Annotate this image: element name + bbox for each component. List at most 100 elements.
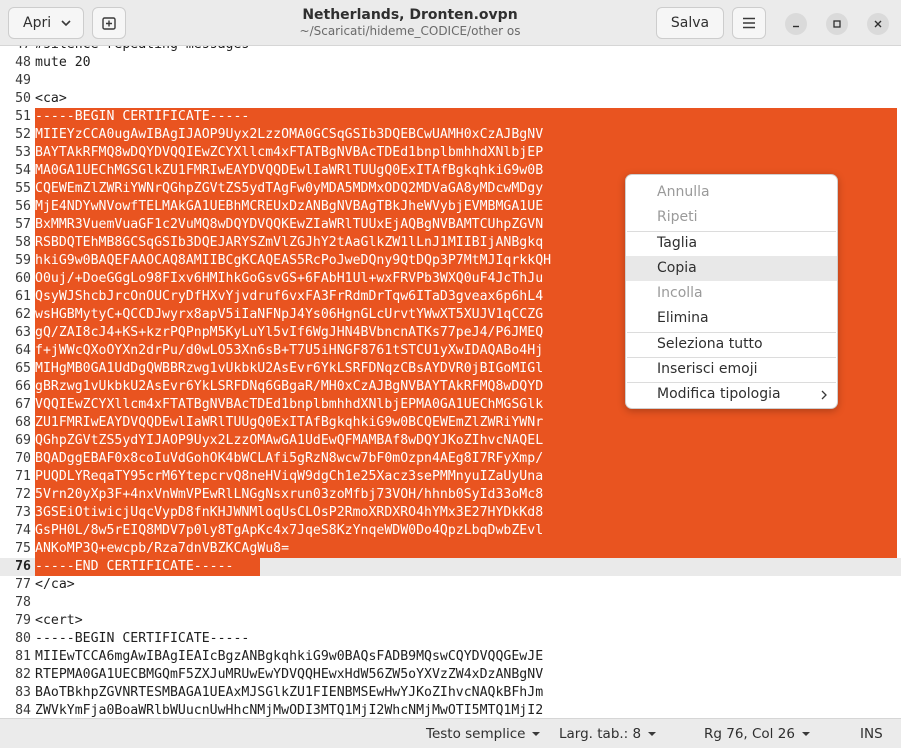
- menu-item-insert-emoji[interactable]: Inserisci emoji: [626, 357, 837, 382]
- editor-line[interactable]: 74 GsPH0L/8w5rEIQ8MDV7p0ly8TgApKc4x7JqeS8…: [0, 522, 901, 540]
- maximize-button[interactable]: [826, 13, 848, 35]
- line-number: 69: [15, 433, 31, 448]
- line-number: 53: [15, 145, 31, 160]
- line-number: 77: [15, 577, 31, 592]
- line-text: <ca>: [35, 91, 67, 106]
- editor-line[interactable]: 83 BAoTBkhpZGVNRTESMBAGA1UEAxMJSGlkZU1FIE…: [0, 684, 901, 702]
- line-text: BAYTAkRFMQ8wDQYDVQQIEwZCYXllcm4xFTATBgNV…: [35, 145, 544, 160]
- syntax-label: Testo semplice: [426, 726, 526, 742]
- line-number: 71: [15, 469, 31, 484]
- line-number: 50: [15, 91, 31, 106]
- line-number: 52: [15, 127, 31, 142]
- save-button[interactable]: Salva: [656, 7, 724, 39]
- editor-line[interactable]: 68 ZU1FMRIwEAYDVQQDEwlIaWRlTUUgQ0ExITAfBg…: [0, 414, 901, 432]
- editor-line[interactable]: 47 #silence repeating messages: [0, 46, 901, 54]
- line-text: f+jWWcQXoOYXn2drPu/d0wLO53Xn6sB+T7U5iHNG…: [35, 343, 544, 358]
- editor-line[interactable]: 80 -----BEGIN CERTIFICATE-----: [0, 630, 901, 648]
- editor-line[interactable]: 82 RTEPMA0GA1UECBMGQmF5ZXJuMRUwEwYDVQQHEw…: [0, 666, 901, 684]
- line-text: GsPH0L/8w5rEIQ8MDV7p0ly8TgApKc4x7JqeS8Kz…: [35, 523, 544, 538]
- editor-line[interactable]: 70 BQADggEBAF0x8coIuVdGohOK4bWCLAfi5gRzN8…: [0, 450, 901, 468]
- line-number: 48: [15, 55, 31, 70]
- menu-item-redo[interactable]: Ripeti: [626, 205, 837, 230]
- editor-line[interactable]: 77 </ca>: [0, 576, 901, 594]
- editor-line[interactable]: 79 <cert>: [0, 612, 901, 630]
- window-title-area: Netherlands, Dronten.ovpn ~/Scaricati/hi…: [200, 7, 620, 39]
- line-text: O0uj/+DoeGGgLo98FIxv6HMIhkGoGsvGS+6FAbH1…: [35, 271, 544, 286]
- dropdown-arrow-icon: [648, 732, 657, 736]
- new-document-icon: [102, 17, 116, 30]
- line-text: -----BEGIN CERTIFICATE-----: [35, 109, 250, 124]
- line-text: </ca>: [35, 577, 75, 592]
- maximize-icon: [833, 20, 841, 28]
- menu-item-cut[interactable]: Taglia: [626, 231, 837, 256]
- menu-item-undo[interactable]: Annulla: [626, 180, 837, 205]
- insert-mode-indicator[interactable]: INS: [860, 726, 883, 742]
- context-menu: Annulla Ripeti Taglia Copia Incolla Elim…: [625, 174, 838, 409]
- line-number: 49: [15, 73, 31, 88]
- line-text: BxMMR3VuemVuaGF1c2VuMQ8wDQYDVQQKEwZIaWRl…: [35, 217, 544, 232]
- editor-line[interactable]: 76 -----END CERTIFICATE-----: [0, 558, 901, 576]
- line-number: 73: [15, 505, 31, 520]
- open-button-label: Apri: [23, 15, 52, 31]
- line-number: 68: [15, 415, 31, 430]
- line-text: BAoTBkhpZGVNRTESMBAGA1UEAxMJSGlkZU1FIENB…: [35, 685, 544, 700]
- new-tab-button[interactable]: [92, 7, 126, 39]
- editor-line[interactable]: 52 MIIEYzCCA0ugAwIBAgIJAOP9Uyx2LzzOMA0GCS…: [0, 126, 901, 144]
- line-text: -----BEGIN CERTIFICATE-----: [35, 631, 250, 646]
- editor-line[interactable]: 71 PUQDLYReqaTY95crM6YtepcrvQ8neHViqW9dgC…: [0, 468, 901, 486]
- menu-item-delete[interactable]: Elimina: [626, 306, 837, 331]
- header-bar: Apri Netherlands, Dronten.ovpn ~/Scarica…: [0, 0, 901, 46]
- editor-line[interactable]: 48 mute 20: [0, 54, 901, 72]
- line-number: 60: [15, 271, 31, 286]
- line-text: ZU1FMRIwEAYDVQQDEwlIaWRlTUUgQ0ExITAfBgkq…: [35, 415, 544, 430]
- editor-line[interactable]: 50 <ca>: [0, 90, 901, 108]
- line-number: 62: [15, 307, 31, 322]
- line-number: 66: [15, 379, 31, 394]
- editor-line[interactable]: 69 QGhpZGVtZS5ydYIJAOP9Uyx2LzzOMAwGA1UdEw…: [0, 432, 901, 450]
- line-text: gBRzwg1vUkbkU2AsEvr6YkLSRFDNq6GBgaR/MH0x…: [35, 379, 544, 394]
- menu-item-select-all[interactable]: Seleziona tutto: [626, 332, 837, 357]
- tab-width-selector[interactable]: Larg. tab.: 8: [559, 726, 657, 742]
- line-text: CQEWEmZlZWRiYWNrQGhpZGVtZS5ydTAgFw0yMDA5…: [35, 181, 544, 196]
- editor-line[interactable]: 81 MIIEwTCCA6mgAwIBAgIEAIcBgzANBgkqhkiG9w…: [0, 648, 901, 666]
- line-text: VQQIEwZCYXllcm4xFTATBgNVBAcTDEd1bnplbmhh…: [35, 397, 544, 412]
- editor-line[interactable]: 49: [0, 72, 901, 90]
- line-text: 5Vrn20yXp3F+4nxVnWmVPEwRlLNGgNsxrun03zoM…: [35, 487, 544, 502]
- menu-item-copy[interactable]: Copia: [626, 256, 837, 281]
- line-text: gQ/ZAI8cJ4+KS+kzrPQPnpM5KyLuYl5vIf6WgJHN…: [35, 325, 544, 340]
- open-button[interactable]: Apri: [8, 7, 84, 39]
- line-text: QGhpZGVtZS5ydYIJAOP9Uyx2LzzOMAwGA1UdEwQF…: [35, 433, 544, 448]
- line-number: 57: [15, 217, 31, 232]
- line-number: 59: [15, 253, 31, 268]
- line-number: 47: [11, 46, 31, 54]
- editor-line[interactable]: 78: [0, 594, 901, 612]
- main-menu-button[interactable]: [732, 7, 766, 39]
- line-number: 65: [15, 361, 31, 376]
- line-number: 81: [15, 649, 31, 664]
- line-text: 3GSEiOtiwicjUqcVypD8fnKHJWNMloqUsCLOsP2R…: [35, 505, 544, 520]
- close-button[interactable]: [867, 13, 889, 35]
- menu-item-paste[interactable]: Incolla: [626, 281, 837, 306]
- minimize-button[interactable]: [785, 13, 807, 35]
- line-number: 74: [15, 523, 31, 538]
- line-number: 64: [15, 343, 31, 358]
- syntax-selector[interactable]: Testo semplice: [426, 726, 541, 742]
- line-text: ZWVkYmFja0BoaWRlbWUucnUwHhcNMjMwODI3MTQ1…: [35, 703, 544, 718]
- line-number: 72: [15, 487, 31, 502]
- cursor-position-selector[interactable]: Rg 76, Col 26: [704, 726, 811, 742]
- editor-line[interactable]: 53 BAYTAkRFMQ8wDQYDVQQIEwZCYXllcm4xFTATBg…: [0, 144, 901, 162]
- line-number: 56: [15, 199, 31, 214]
- line-number: 55: [15, 181, 31, 196]
- chevron-down-icon: [61, 20, 71, 27]
- line-number: 61: [15, 289, 31, 304]
- line-number: 82: [15, 667, 31, 682]
- editor-line[interactable]: 51 -----BEGIN CERTIFICATE-----: [0, 108, 901, 126]
- line-text: MjE4NDYwNVowfTELMAkGA1UEBhMCREUxDzANBgNV…: [35, 199, 544, 214]
- hamburger-menu-icon: [743, 17, 755, 29]
- editor-line[interactable]: 73 3GSEiOtiwicjUqcVypD8fnKHJWNMloqUsCLOsP…: [0, 504, 901, 522]
- line-text: MIIEwTCCA6mgAwIBAgIEAIcBgzANBgkqhkiG9w0B…: [35, 649, 544, 664]
- editor-line[interactable]: 72 5Vrn20yXp3F+4nxVnWmVPEwRlLNGgNsxrun03z…: [0, 486, 901, 504]
- menu-item-change-case[interactable]: Modifica tipologia: [626, 382, 837, 407]
- editor-line[interactable]: 84 ZWVkYmFja0BoaWRlbWUucnUwHhcNMjMwODI3MT…: [0, 702, 901, 718]
- editor-line[interactable]: 75 ANKoMP3Q+ewcpb/Rza7dnVBZKCAgWu8=: [0, 540, 901, 558]
